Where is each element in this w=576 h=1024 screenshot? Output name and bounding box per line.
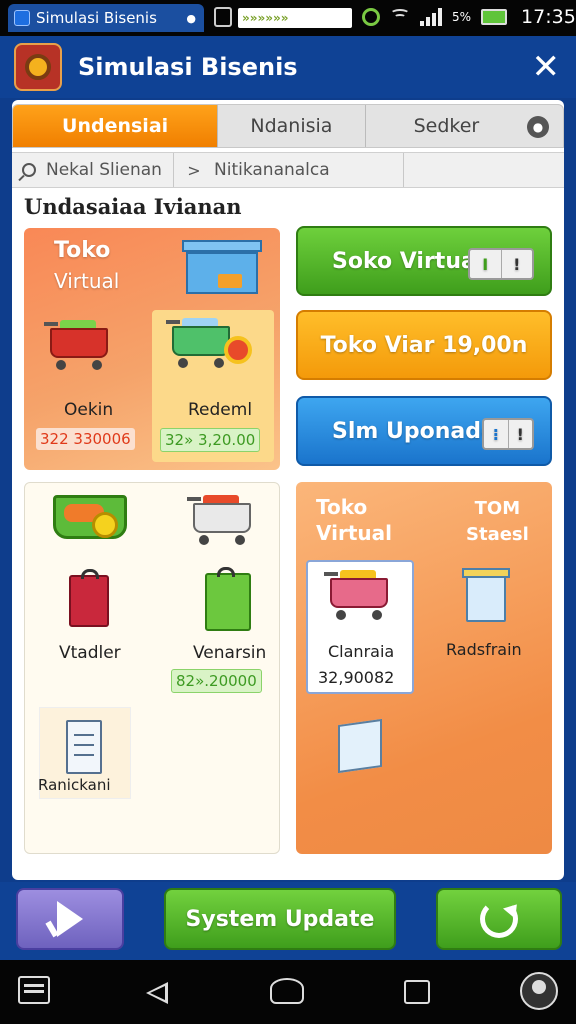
toggle-icon: ⁝! xyxy=(482,418,534,450)
basket-icon xyxy=(53,495,127,539)
item-price: 32» 3,20.00 xyxy=(160,428,261,452)
clipboard-icon xyxy=(214,7,232,27)
toko-viar-button[interactable]: Toko Viar 19,00n xyxy=(296,310,552,380)
home-icon[interactable] xyxy=(270,978,304,1004)
recent-apps-icon[interactable] xyxy=(404,980,430,1004)
notification-pill: »»»»»» xyxy=(238,8,352,28)
play-button[interactable] xyxy=(16,888,124,950)
item-label: Oekin xyxy=(64,400,114,420)
shopping-bag-icon xyxy=(338,718,382,774)
item-price: 322 330006 xyxy=(36,428,135,450)
store-panel-virtual[interactable]: Toko Virtual Oekin 322 330006 Redeml 32»… xyxy=(24,228,280,470)
soko-virtual-button[interactable]: Soko Virtual ⵏ! xyxy=(296,226,552,296)
shopping-cart-icon xyxy=(324,568,394,620)
product-grid-panel: Vtadler Venarsin 82».20000 Ranickani xyxy=(24,482,280,854)
search-placeholder: Nekal Slienan xyxy=(46,160,162,180)
chevron-right-icon: > xyxy=(187,160,201,180)
item-label: Clanraia xyxy=(328,642,395,661)
slm-uponade-button[interactable]: Slm Uponade ⁝! xyxy=(296,396,552,466)
item-label: Radsfrain xyxy=(446,640,522,659)
avatar[interactable] xyxy=(520,972,558,1010)
green-bag-icon[interactable] xyxy=(205,567,251,631)
panel-title-left: Toko Virtual xyxy=(316,494,392,546)
item-card[interactable]: Ranickani xyxy=(38,707,131,799)
status-icons: 5% 17:35 xyxy=(362,6,576,28)
status-bar: Simulasi Bisenis ● »»»»»» 5% 17:35 xyxy=(0,0,576,36)
keyboard-icon[interactable] xyxy=(18,976,50,1004)
bottom-app-bar: System Update xyxy=(0,882,576,960)
item-label: Vtadler xyxy=(59,643,121,663)
system-nav-bar xyxy=(0,960,576,1024)
tab-dot-icon: ● xyxy=(186,11,196,25)
refresh-icon xyxy=(480,900,518,938)
panel-title-main: TOM xyxy=(474,498,521,519)
settings-icon[interactable]: ● xyxy=(527,116,550,138)
back-icon[interactable] xyxy=(146,982,168,1004)
panel-title-main: Toko xyxy=(316,495,368,519)
tab-ndanisia[interactable]: Ndanisia xyxy=(218,105,366,147)
panel-title-sub: Staesl xyxy=(466,524,529,545)
item-label: Venarsin xyxy=(193,643,267,663)
shopping-cart-icon xyxy=(44,318,114,370)
play-icon xyxy=(57,901,83,937)
item-card[interactable]: Redeml 32» 3,20.00 xyxy=(152,310,274,462)
item-price: 32,90082 xyxy=(318,668,395,687)
system-update-button[interactable]: System Update xyxy=(164,888,396,950)
coin-icon xyxy=(224,336,252,364)
soko-virtual-label: Soko Virtual xyxy=(332,248,484,274)
item-label: Redeml xyxy=(188,400,253,420)
item-label: Ranickani xyxy=(38,776,111,794)
tab-sedker-label: Sedker xyxy=(413,115,480,137)
document-icon xyxy=(66,720,102,774)
main-content: Undensiai Ndanisia Sedker ● Nekal Sliena… xyxy=(12,100,564,880)
refresh-button[interactable] xyxy=(436,888,562,950)
item-price: 82».20000 xyxy=(171,669,262,693)
slm-uponade-label: Slm Uponade xyxy=(332,418,496,444)
trash-bin-icon[interactable] xyxy=(462,568,510,622)
toggle-icon: ⵏ! xyxy=(468,248,534,280)
shopping-cart-icon xyxy=(187,493,257,545)
panel-title-right: TOM Staesl xyxy=(466,496,529,548)
notification-app-title: Simulasi Bisenis xyxy=(36,9,157,27)
panel-title: Toko Virtual xyxy=(54,236,119,296)
battery-icon xyxy=(481,9,508,25)
tab-bar: Undensiai Ndanisia Sedker ● xyxy=(12,104,564,148)
toko-viar-label: Toko Viar 19,00n xyxy=(320,332,528,358)
app-icon-small xyxy=(14,10,30,26)
wifi-icon xyxy=(390,9,410,25)
panel-title-sub: Virtual xyxy=(316,521,392,545)
battery-percent: 5% xyxy=(452,10,472,24)
red-bag-icon[interactable] xyxy=(69,569,109,627)
signal-icon xyxy=(420,8,442,26)
panel-title-main: Toko xyxy=(54,238,111,263)
panel-title-sub: Virtual xyxy=(54,269,120,293)
item-card[interactable]: Clanraia 32,90082 xyxy=(306,560,414,694)
breadcrumb-current[interactable]: Nitikananalca xyxy=(214,153,404,187)
search-field[interactable]: Nekal Slienan xyxy=(12,153,174,187)
close-button[interactable]: ✕ xyxy=(532,50,561,84)
section-title: Undasaiaa Ivianan xyxy=(24,194,242,219)
storage-box-icon xyxy=(182,240,262,294)
app-logo-icon xyxy=(14,43,62,91)
tab-undensiai[interactable]: Undensiai xyxy=(13,105,219,147)
sync-icon xyxy=(362,8,380,26)
notification-app-tab[interactable]: Simulasi Bisenis ● xyxy=(8,4,204,32)
clock: 17:35 xyxy=(521,6,576,28)
breadcrumb: Nekal Slienan > Nitikananalca xyxy=(12,152,564,188)
app-header: Simulasi Bisenis ✕ xyxy=(0,36,576,98)
tab-sedker[interactable]: Sedker ● xyxy=(366,105,563,147)
search-icon xyxy=(22,163,36,177)
store-panel-tom[interactable]: Toko Virtual TOM Staesl Clanraia 32,9008… xyxy=(296,482,552,854)
app-title: Simulasi Bisenis xyxy=(78,53,298,81)
